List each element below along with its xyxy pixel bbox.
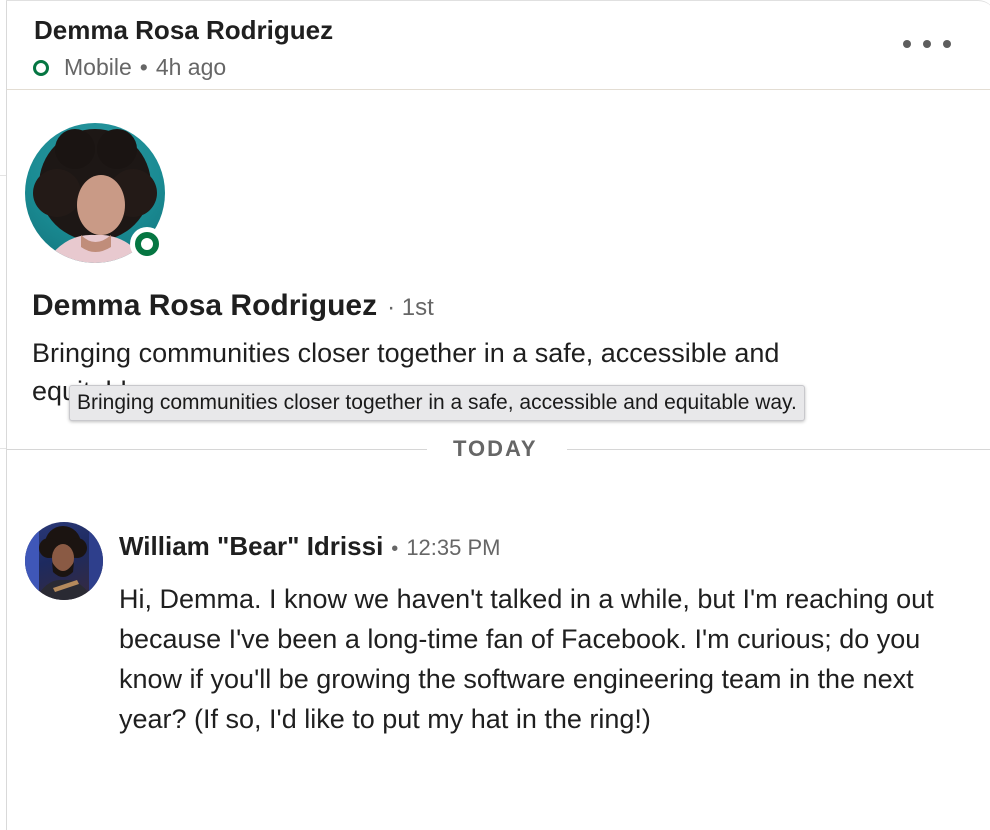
presence-status: Mobile • 4h ago xyxy=(31,54,226,81)
separator: • xyxy=(391,538,399,560)
more-options-button[interactable] xyxy=(903,31,951,57)
headline-tooltip: Bringing communities closer together in … xyxy=(69,385,805,421)
message-timestamp: 12:35 PM xyxy=(406,535,501,560)
divider-line-right xyxy=(567,449,990,450)
separator: • xyxy=(139,54,148,80)
conversation-window: Demma Rosa Rodriguez Mobile • 4h ago Dem… xyxy=(6,0,990,830)
sender-avatar-image xyxy=(25,522,103,600)
edge-divider xyxy=(0,175,6,176)
profile-name[interactable]: Demma Rosa Rodriguez xyxy=(32,289,377,323)
date-divider-label: TODAY xyxy=(453,436,538,461)
message-body: Hi, Demma. I know we haven't talked in a… xyxy=(119,584,934,734)
message-header: William "Bear" Idrissi • 12:35 PM xyxy=(119,531,500,562)
edge-divider xyxy=(0,448,6,449)
header-contact-name[interactable]: Demma Rosa Rodriguez xyxy=(34,15,333,46)
divider-line-left xyxy=(7,449,427,450)
conversation-header: Demma Rosa Rodriguez Mobile • 4h ago xyxy=(7,1,990,90)
online-presence-icon xyxy=(130,227,164,261)
last-active-label: 4h ago xyxy=(155,54,227,80)
profile-heading: Demma Rosa Rodriguez · 1st xyxy=(32,289,434,323)
sender-name[interactable]: William "Bear" Idrissi xyxy=(119,531,383,562)
device-label: Mobile xyxy=(64,54,132,80)
sender-avatar[interactable] xyxy=(25,522,103,600)
more-horizontal-icon xyxy=(903,40,911,48)
connection-degree: · 1st xyxy=(387,294,434,321)
online-status-icon xyxy=(33,59,49,76)
